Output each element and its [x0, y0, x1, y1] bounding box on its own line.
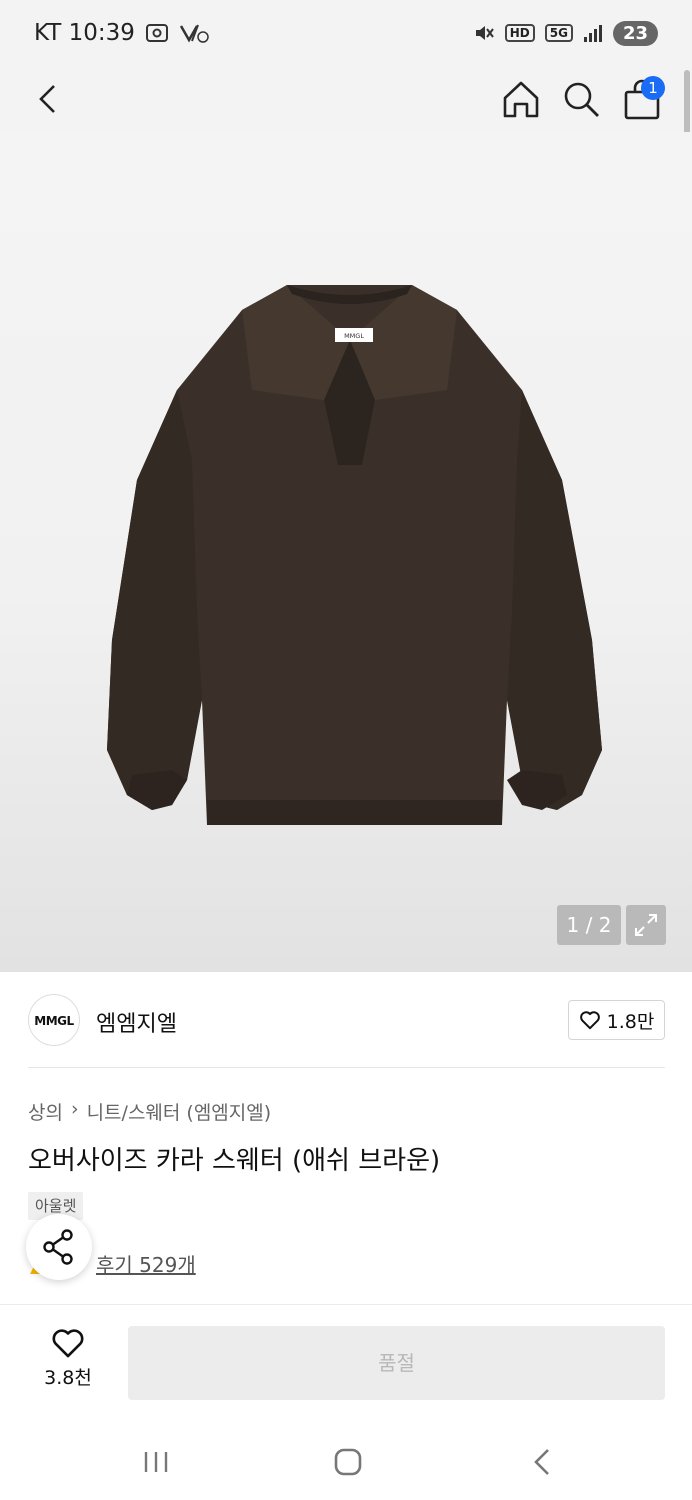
- system-nav-bar: [0, 1422, 692, 1500]
- product-image-sweater: MMGL: [107, 285, 602, 825]
- share-icon: [43, 1229, 73, 1265]
- screenshot-icon: [145, 24, 168, 42]
- brand-name[interactable]: 엠엠지엘: [96, 1006, 177, 1038]
- breadcrumb-category[interactable]: 상의: [28, 1098, 63, 1125]
- cart-count-badge: 1: [641, 76, 665, 100]
- bottom-action-bar: 3.8천 품절: [0, 1304, 692, 1422]
- search-icon[interactable]: [560, 78, 602, 120]
- home-icon[interactable]: [500, 78, 542, 120]
- breadcrumb-chevron-icon: ›: [70, 1098, 79, 1120]
- image-page-indicator: 1 / 2: [557, 905, 621, 945]
- system-back-icon[interactable]: [522, 1442, 562, 1482]
- breadcrumb-subcategory[interactable]: 니트/스웨터 (엠엠지엘): [87, 1098, 272, 1125]
- brand-logo[interactable]: MMGL: [28, 994, 80, 1046]
- brand-like-button[interactable]: 1.8만: [568, 1000, 665, 1040]
- breadcrumb: 상의 › 니트/스웨터 (엠엠지엘): [28, 1098, 271, 1125]
- hd-badge: HD: [504, 24, 535, 42]
- back-arrow-icon[interactable]: [30, 80, 68, 118]
- mute-icon: [475, 26, 494, 40]
- share-button[interactable]: [26, 1214, 92, 1280]
- product-title: 오버사이즈 카라 스웨터 (애쉬 브라운): [28, 1146, 441, 1176]
- brand-row: MMGL 엠엠지엘 1.8만: [0, 972, 692, 1068]
- status-bar: KT 10:39 HD 5G 23: [0, 0, 692, 66]
- divider: [28, 1067, 665, 1068]
- recent-apps-icon[interactable]: [136, 1442, 176, 1482]
- heart-icon: [52, 1329, 84, 1358]
- expand-icon[interactable]: [626, 905, 666, 945]
- carrier-time: KT 10:39: [34, 20, 135, 46]
- signal-icon: [583, 25, 602, 42]
- no-signal-alert-icon: [179, 24, 209, 43]
- garment-label-text: MMGL: [344, 332, 364, 340]
- wishlist-count: 3.8천: [44, 1367, 92, 1389]
- top-nav-bar: [0, 66, 692, 132]
- network-badge: 5G: [544, 24, 573, 42]
- product-image-gallery[interactable]: MMGL 1 / 2: [0, 132, 692, 972]
- home-button-icon[interactable]: [328, 1442, 368, 1482]
- sold-out-button[interactable]: 품절: [128, 1326, 665, 1400]
- heart-icon: [579, 1011, 600, 1030]
- wishlist-button[interactable]: 3.8천: [28, 1327, 108, 1390]
- reviews-link[interactable]: 후기 529개: [96, 1249, 196, 1278]
- brand-like-count: 1.8만: [606, 1010, 655, 1033]
- battery-level: 23: [612, 20, 658, 46]
